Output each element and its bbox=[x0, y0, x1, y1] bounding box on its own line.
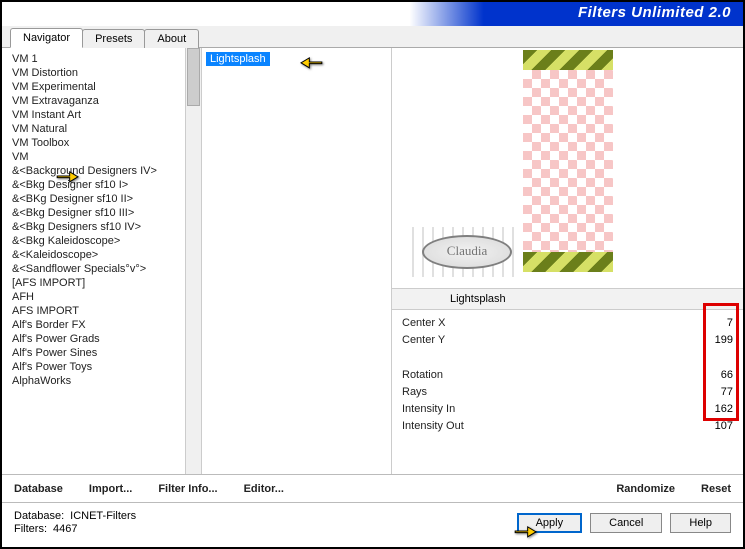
tab-row: Navigator Presets About bbox=[2, 26, 743, 48]
category-item[interactable]: &<Bkg Designers sf10 IV> bbox=[12, 220, 185, 234]
param-row[interactable]: Center X 7 bbox=[402, 316, 733, 333]
param-row[interactable]: Center Y 199 bbox=[402, 333, 733, 350]
app-title: Filters Unlimited 2.0 bbox=[578, 4, 731, 21]
param-label: Rays bbox=[402, 386, 427, 401]
title-bar: Filters Unlimited 2.0 bbox=[2, 2, 743, 26]
filters-value: 4467 bbox=[53, 523, 77, 535]
category-item[interactable]: AlphaWorks bbox=[12, 374, 185, 388]
status-row: Database: ICNET-Filters Filters: 4467 Appl… bbox=[2, 502, 743, 542]
param-label: Rotation bbox=[402, 369, 443, 384]
category-item[interactable]: [AFS IMPORT] bbox=[12, 276, 185, 290]
category-item[interactable]: Alf's Power Sines bbox=[12, 346, 185, 360]
filters-label: Filters: bbox=[14, 523, 47, 535]
param-value: 199 bbox=[693, 334, 733, 349]
param-row[interactable]: Intensity Out 107 bbox=[402, 419, 733, 436]
param-label: Intensity Out bbox=[402, 420, 464, 435]
cancel-button[interactable]: Cancel bbox=[590, 513, 662, 533]
filter-item-selected[interactable]: Lightsplash bbox=[206, 52, 270, 66]
apply-button[interactable]: Apply bbox=[517, 513, 583, 533]
preview-column: Lightsplash Center X 7 Center Y 199 Rotatio… bbox=[392, 48, 743, 474]
category-item[interactable]: VM Instant Art bbox=[12, 108, 185, 122]
param-label: Center X bbox=[402, 317, 445, 332]
category-item[interactable]: &<Background Designers IV> bbox=[12, 164, 185, 178]
help-button[interactable]: Help bbox=[670, 513, 731, 533]
randomize-button[interactable]: Randomize bbox=[616, 483, 675, 495]
category-item[interactable]: Alf's Power Toys bbox=[12, 360, 185, 374]
param-value: 162 bbox=[693, 403, 733, 418]
param-value: 66 bbox=[693, 369, 733, 384]
tab-presets[interactable]: Presets bbox=[82, 29, 145, 48]
parameter-area: Center X7Center Y199 Rotation66Rays77Int… bbox=[392, 310, 743, 474]
category-item[interactable]: &<Bkg Designer sf10 I> bbox=[12, 178, 185, 192]
param-row[interactable]: Rotation 66 bbox=[402, 368, 733, 385]
preview-stripe-bottom bbox=[523, 252, 613, 272]
category-item[interactable]: &<Bkg Kaleidoscope> bbox=[12, 234, 185, 248]
param-row[interactable]: Rays 77 bbox=[402, 385, 733, 402]
db-value: ICNET-Filters bbox=[70, 510, 136, 522]
status-right: Apply Cancel Help bbox=[517, 513, 731, 533]
status-left: Database: ICNET-Filters Filters: 4467 bbox=[14, 510, 136, 535]
category-item[interactable]: AFH bbox=[12, 290, 185, 304]
editor-button[interactable]: Editor... bbox=[244, 483, 284, 495]
main-area: VM 1VM DistortionVM ExperimentalVM Extra… bbox=[2, 48, 743, 474]
preview-stripe-top bbox=[523, 50, 613, 70]
category-item[interactable]: VM Distortion bbox=[12, 66, 185, 80]
preview-label-row: Lightsplash bbox=[392, 288, 743, 310]
filter-column: Lightsplash bbox=[202, 48, 392, 474]
category-scrollbar[interactable] bbox=[185, 48, 201, 474]
param-value: 107 bbox=[693, 420, 733, 435]
category-item[interactable]: &<Bkg Designer sf10 III> bbox=[12, 206, 185, 220]
scroll-thumb[interactable] bbox=[187, 48, 200, 106]
category-item[interactable]: AFS IMPORT bbox=[12, 304, 185, 318]
category-item[interactable]: VM bbox=[12, 150, 185, 164]
filter-info-button[interactable]: Filter Info... bbox=[158, 483, 217, 495]
category-item[interactable]: VM Experimental bbox=[12, 80, 185, 94]
param-value: 77 bbox=[693, 386, 733, 401]
tab-navigator[interactable]: Navigator bbox=[10, 28, 83, 48]
preview-label: Lightsplash bbox=[450, 293, 506, 305]
preview-image bbox=[523, 50, 613, 272]
preview-checker bbox=[523, 70, 613, 252]
category-item[interactable]: &<BKg Designer sf10 II> bbox=[12, 192, 185, 206]
param-label: Center Y bbox=[402, 334, 445, 349]
param-label: Intensity In bbox=[402, 403, 455, 418]
category-item[interactable]: &<Sandflower Specials°v°> bbox=[12, 262, 185, 276]
db-label: Database: bbox=[14, 510, 64, 522]
category-item[interactable]: Alf's Border FX bbox=[12, 318, 185, 332]
toolbar-row: Database Import... Filter Info... Editor… bbox=[2, 474, 743, 502]
category-item[interactable]: VM Natural bbox=[12, 122, 185, 136]
database-button[interactable]: Database bbox=[14, 483, 63, 495]
tab-about[interactable]: About bbox=[144, 29, 199, 48]
category-item[interactable]: VM Extravaganza bbox=[12, 94, 185, 108]
param-value: 7 bbox=[693, 317, 733, 332]
reset-button[interactable]: Reset bbox=[701, 483, 731, 495]
category-item[interactable]: VM 1 bbox=[12, 52, 185, 66]
category-item[interactable]: &<Kaleidoscope> bbox=[12, 248, 185, 262]
category-item[interactable]: VM Toolbox bbox=[12, 136, 185, 150]
category-column: VM 1VM DistortionVM ExperimentalVM Extra… bbox=[2, 48, 202, 474]
param-row[interactable]: Intensity In 162 bbox=[402, 402, 733, 419]
category-list[interactable]: VM 1VM DistortionVM ExperimentalVM Extra… bbox=[2, 48, 185, 474]
import-button[interactable]: Import... bbox=[89, 483, 132, 495]
category-item[interactable]: Alf's Power Grads bbox=[12, 332, 185, 346]
preview-area bbox=[392, 48, 743, 288]
